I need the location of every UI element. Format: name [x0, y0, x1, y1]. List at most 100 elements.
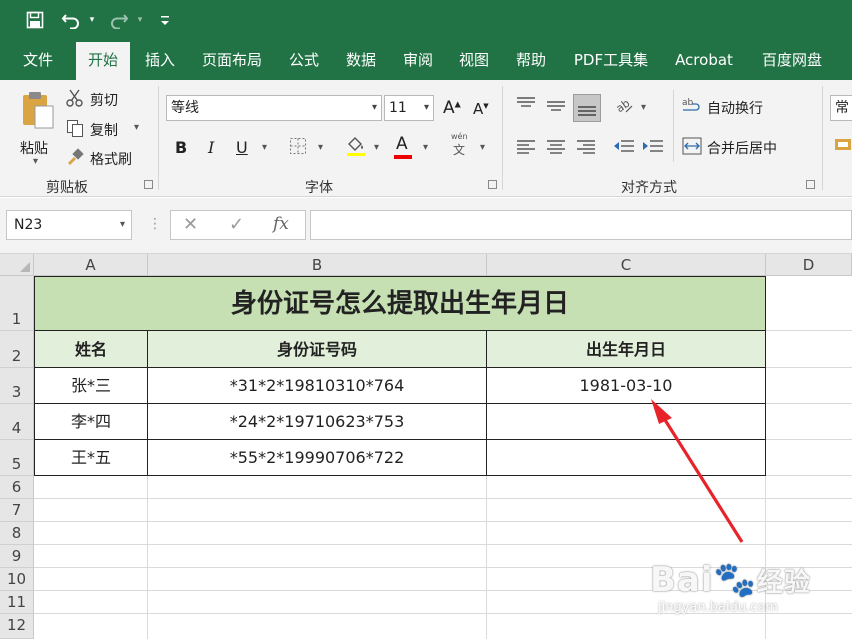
tab-pdf-tools[interactable]: PDF工具集 [566, 40, 656, 80]
cell-name[interactable]: 李*四 [34, 404, 148, 440]
borders-dropdown-icon[interactable]: ▾ [318, 142, 323, 153]
header-cell-name[interactable]: 姓名 [34, 331, 148, 368]
group-divider [158, 86, 159, 190]
font-color-dropdown-icon[interactable]: ▾ [423, 142, 428, 153]
row-header[interactable]: 1 [0, 276, 34, 331]
cell-birth[interactable]: 1981-03-10 [487, 368, 766, 404]
tab-insert[interactable]: 插入 [136, 40, 184, 80]
borders-icon[interactable] [289, 137, 307, 159]
increase-font-size-button[interactable]: A▲ [443, 98, 461, 118]
row-header[interactable]: 3 [0, 368, 34, 404]
fill-color-dropdown-icon[interactable]: ▾ [374, 142, 379, 153]
paste-button[interactable]: 粘贴 ▾ [14, 88, 60, 168]
tab-review[interactable]: 审阅 [394, 40, 442, 80]
row-header[interactable]: 10 [0, 568, 34, 591]
formula-input[interactable] [310, 210, 852, 240]
cell-name[interactable]: 王*五 [34, 440, 148, 476]
align-left-icon[interactable] [516, 138, 536, 158]
row-header[interactable]: 8 [0, 522, 34, 545]
cancel-icon[interactable]: ✕ [183, 214, 198, 235]
undo-icon[interactable] [58, 8, 84, 32]
name-box-value: N23 [14, 217, 43, 233]
bold-button[interactable]: B [175, 138, 187, 157]
column-header-a[interactable]: A [34, 254, 148, 276]
cell-id[interactable]: *31*2*19810310*764 [148, 368, 487, 404]
cell-birth[interactable] [487, 440, 766, 476]
font-launcher-icon[interactable] [488, 180, 497, 189]
customize-qat-icon[interactable] [158, 8, 172, 32]
cut-button[interactable]: 剪切 [66, 88, 146, 110]
cell-name[interactable]: 张*三 [34, 368, 148, 404]
clipboard-launcher-icon[interactable] [144, 180, 153, 189]
chevron-down-icon: ▾ [423, 102, 429, 113]
paste-dropdown-icon: ▾ [33, 156, 39, 167]
decrease-indent-icon[interactable] [613, 138, 635, 158]
group-divider [502, 86, 503, 190]
decrease-font-size-button[interactable]: A▼ [473, 100, 489, 118]
select-all-corner[interactable] [0, 254, 34, 276]
row-header[interactable]: 12 [0, 614, 34, 639]
sheet-title-cell[interactable]: 身份证号怎么提取出生年月日 [34, 276, 766, 331]
currency-format-icon[interactable] [834, 136, 852, 158]
increase-indent-icon[interactable] [642, 138, 664, 158]
font-name-combo[interactable]: 等线 ▾ [166, 95, 382, 121]
name-box[interactable]: N23 ▾ [6, 210, 132, 240]
align-center-icon[interactable] [546, 138, 566, 158]
redo-icon[interactable] [106, 8, 132, 32]
row-header[interactable]: 5 [0, 440, 34, 476]
tab-data[interactable]: 数据 [337, 40, 385, 80]
baidu-jingyan-watermark: Bai🐾经验 jingyan.baidu.com [650, 560, 811, 615]
underline-dropdown-icon[interactable]: ▾ [262, 142, 267, 153]
tab-baidu-netdisk[interactable]: 百度网盘 [752, 40, 832, 80]
tab-home[interactable]: 开始 [76, 42, 130, 80]
underline-button[interactable]: U [236, 138, 248, 157]
row-header[interactable]: 11 [0, 591, 34, 614]
align-bottom-icon[interactable] [573, 94, 601, 122]
row-header[interactable]: 9 [0, 545, 34, 568]
merge-center-button[interactable]: 合并后居中 [682, 136, 812, 158]
tab-acrobat[interactable]: Acrobat [666, 40, 742, 80]
enter-icon[interactable]: ✓ [229, 214, 244, 235]
align-middle-icon[interactable] [546, 98, 566, 118]
copy-button[interactable]: 复制 ▾ [66, 118, 146, 140]
tab-file[interactable]: 文件 [12, 40, 64, 80]
font-size-combo[interactable]: 11 ▾ [384, 95, 434, 121]
redo-dropdown-icon[interactable]: ▾ [134, 8, 146, 32]
tab-help[interactable]: 帮助 [507, 40, 555, 80]
align-right-icon[interactable] [576, 138, 596, 158]
alignment-launcher-icon[interactable] [806, 180, 815, 189]
orientation-dropdown-icon[interactable]: ▾ [641, 102, 646, 113]
row-header[interactable]: 2 [0, 331, 34, 368]
cell-birth[interactable] [487, 404, 766, 440]
fill-color-icon[interactable] [345, 135, 367, 161]
number-format-combo[interactable]: 常规 [830, 95, 852, 121]
row-header[interactable]: 6 [0, 476, 34, 499]
column-header-c[interactable]: C [487, 254, 766, 276]
row-header[interactable]: 4 [0, 404, 34, 440]
format-painter-button[interactable]: 格式刷 [66, 147, 146, 169]
paste-icon [23, 92, 54, 129]
number-format-value: 常规 [835, 100, 849, 116]
svg-text:ab: ab [682, 98, 694, 108]
wrap-text-button[interactable]: ab 自动换行 [682, 96, 782, 118]
merge-center-icon [682, 137, 702, 155]
undo-dropdown-icon[interactable]: ▾ [86, 8, 98, 32]
italic-button[interactable]: I [208, 138, 214, 157]
font-color-button[interactable]: A [394, 134, 412, 159]
tab-page-layout[interactable]: 页面布局 [192, 40, 272, 80]
tab-view[interactable]: 视图 [450, 40, 498, 80]
cell-id[interactable]: *24*2*19710623*753 [148, 404, 487, 440]
tab-formulas[interactable]: 公式 [280, 40, 328, 80]
phonetic-dropdown-icon[interactable]: ▾ [480, 142, 485, 153]
insert-function-icon[interactable]: fx [273, 214, 289, 234]
align-top-icon[interactable] [516, 96, 536, 116]
column-header-d[interactable]: D [766, 254, 852, 276]
header-cell-id[interactable]: 身份证号码 [148, 331, 487, 368]
row-header[interactable]: 7 [0, 499, 34, 522]
save-icon[interactable] [22, 8, 48, 32]
formula-bar-grip[interactable]: ⋮ [148, 216, 162, 232]
cell-id[interactable]: *55*2*19990706*722 [148, 440, 487, 476]
header-cell-birth[interactable]: 出生年月日 [487, 331, 766, 368]
column-header-b[interactable]: B [148, 254, 487, 276]
orientation-icon[interactable]: ab [614, 96, 634, 120]
